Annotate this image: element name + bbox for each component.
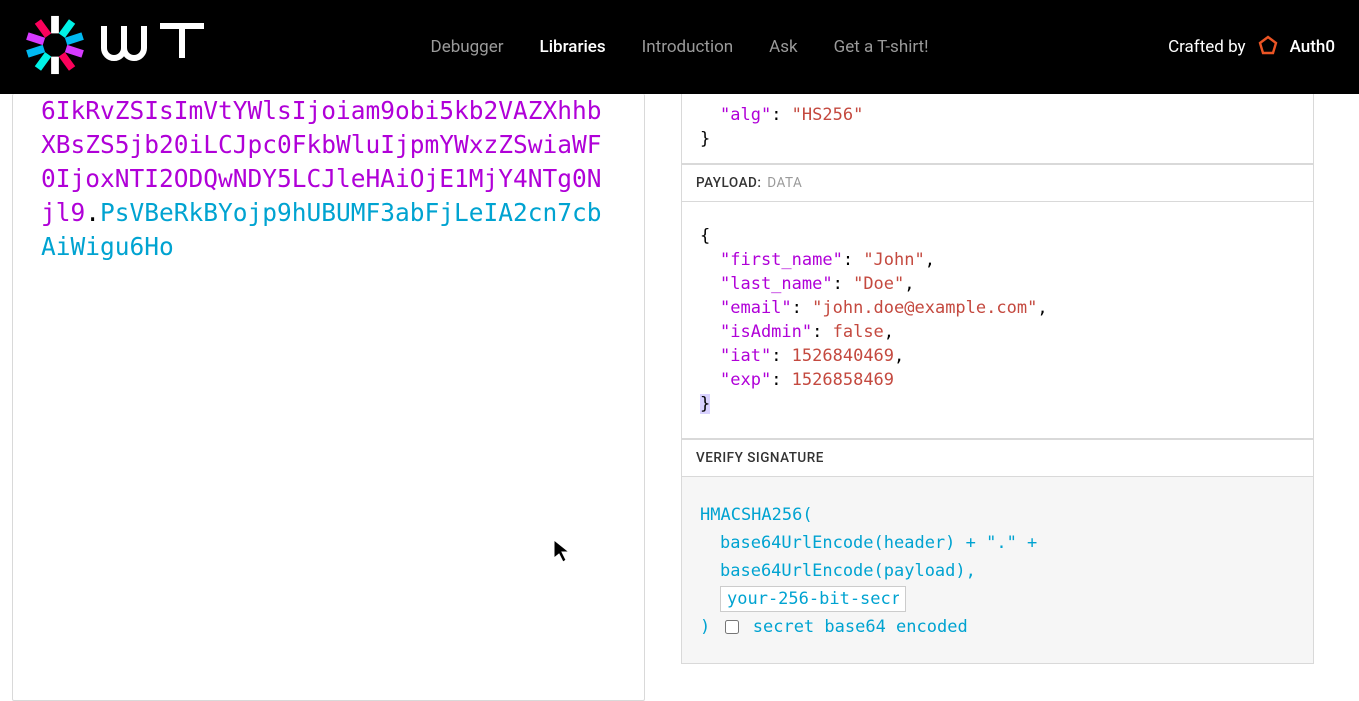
json-key: "exp" xyxy=(720,370,771,390)
secret-base64-label: secret base64 encoded xyxy=(753,617,968,637)
json-close-brace: } xyxy=(700,394,710,414)
json-key: "email" xyxy=(720,298,792,318)
json-key: "isAdmin" xyxy=(720,322,812,342)
json-value: false xyxy=(833,322,884,342)
payload-title: PAYLOAD: xyxy=(696,175,761,191)
main: 6IkRvZSIsImVtYWlsIjoiam9obi5kb2VAZXhhbXB… xyxy=(0,94,1359,701)
nav-links: Debugger Libraries Introduction Ask Get … xyxy=(431,37,929,57)
crafted-by[interactable]: Crafted by Auth0 xyxy=(1168,35,1335,59)
sig-close-paren: ) xyxy=(700,617,710,637)
decoded-panel: "alg": "HS256" } PAYLOAD: DATA { "first_… xyxy=(681,94,1314,701)
json-value: 1526858469 xyxy=(792,370,894,390)
nav-link-libraries[interactable]: Libraries xyxy=(540,37,606,57)
json-value: "HS256" xyxy=(792,105,864,125)
token-signature-segment: PsVBeRkBYojp9hUBUMF3abFjLeIA2cn7cbAiWigu… xyxy=(41,198,602,261)
navbar: Debugger Libraries Introduction Ask Get … xyxy=(0,0,1359,94)
logo-text xyxy=(100,22,216,73)
json-key: "first_name" xyxy=(720,250,843,270)
sig-line-3: base64UrlEncode(payload), xyxy=(700,557,1295,585)
token-dot: . xyxy=(85,198,100,227)
json-value: "john.doe@example.com" xyxy=(812,298,1037,318)
encoded-token-panel[interactable]: 6IkRvZSIsImVtYWlsIjoiam9obi5kb2VAZXhhbXB… xyxy=(12,94,645,701)
nav-link-introduction[interactable]: Introduction xyxy=(642,37,734,57)
json-key: "alg" xyxy=(720,105,771,125)
crafted-by-label: Crafted by xyxy=(1168,37,1246,57)
json-value: 1526840469 xyxy=(792,346,894,366)
json-value: "John" xyxy=(863,250,924,270)
auth0-icon xyxy=(1256,35,1280,59)
nav-link-tshirt[interactable]: Get a T-shirt! xyxy=(834,37,929,57)
header-json-body[interactable]: "alg": "HS256" } xyxy=(681,93,1314,164)
payload-subtitle: DATA xyxy=(767,175,802,191)
secret-input[interactable] xyxy=(720,586,906,612)
sig-line-1: HMACSHA256( xyxy=(700,501,1295,529)
json-open-brace: { xyxy=(700,226,710,246)
signature-title: VERIFY SIGNATURE xyxy=(696,450,824,466)
secret-base64-checkbox[interactable] xyxy=(725,620,739,634)
json-value: "Doe" xyxy=(853,274,904,294)
jwt-logo-icon xyxy=(24,14,86,80)
json-key: "last_name" xyxy=(720,274,833,294)
sig-line-2: base64UrlEncode(header) + "." + xyxy=(700,529,1295,557)
signature-body: HMACSHA256( base64UrlEncode(header) + ".… xyxy=(681,477,1314,664)
json-key: "iat" xyxy=(720,346,771,366)
signature-section-header: VERIFY SIGNATURE xyxy=(681,439,1314,477)
payload-json-body[interactable]: { "first_name": "John","last_name": "Doe… xyxy=(681,202,1314,439)
nav-link-ask[interactable]: Ask xyxy=(769,37,797,57)
logo-group[interactable] xyxy=(24,14,216,80)
auth0-text: Auth0 xyxy=(1290,37,1335,57)
json-close-brace: } xyxy=(700,129,710,149)
nav-link-debugger[interactable]: Debugger xyxy=(431,37,504,57)
payload-section-header: PAYLOAD: DATA xyxy=(681,164,1314,202)
